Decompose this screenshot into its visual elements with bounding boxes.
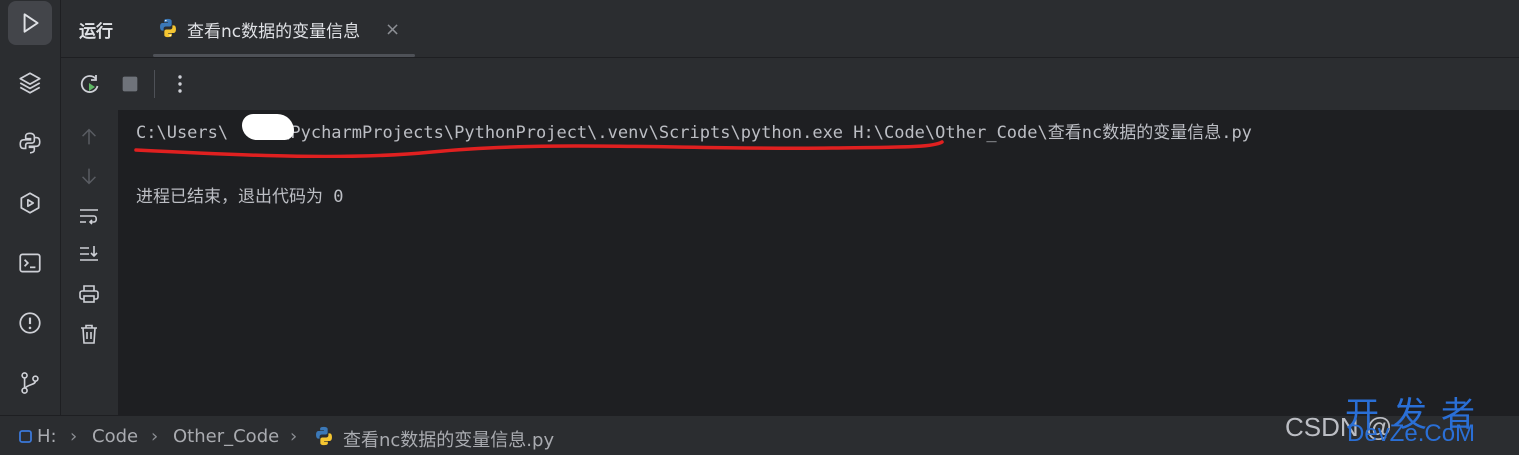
breadcrumb-separator-3: ›: [290, 426, 298, 447]
stop-icon[interactable]: [117, 71, 143, 97]
watermark: CSDN @ 开发者 DevZe.CoM: [1247, 395, 1507, 450]
breadcrumb-other-code[interactable]: Other_Code: [173, 426, 279, 447]
watermark-site: DevZe.CoM: [1347, 420, 1476, 447]
terminal-icon[interactable]: [8, 241, 52, 285]
python-file-icon: [160, 18, 176, 38]
left-tool-bar: [0, 0, 61, 415]
more-icon[interactable]: [167, 71, 193, 97]
process-exit-message: 进程已结束，退出代码为 0: [136, 187, 344, 207]
breadcrumb-code[interactable]: Code: [92, 426, 138, 447]
red-annotation-underline: [134, 140, 944, 158]
up-arrow-icon[interactable]: [76, 124, 102, 150]
soft-wrap-icon[interactable]: [76, 203, 102, 229]
layers-icon[interactable]: [8, 61, 52, 105]
run-config-tab[interactable]: 查看nc数据的变量信息 ×: [153, 0, 415, 57]
redaction-scribble: [242, 114, 294, 140]
run-tool-window-header: 运行 查看nc数据的变量信息 ×: [61, 0, 1519, 58]
console-output[interactable]: C:\Users\ \PycharmProjects\PythonProject\…: [118, 110, 1519, 415]
python-file-icon: [316, 426, 332, 446]
breadcrumb-drive[interactable]: H:: [37, 426, 57, 447]
run-tab-label: 查看nc数据的变量信息: [187, 22, 361, 42]
down-arrow-icon[interactable]: [76, 163, 102, 189]
toolbar-separator: [154, 70, 155, 98]
git-icon[interactable]: [8, 361, 52, 405]
drive-icon: [19, 430, 32, 443]
breadcrumb-separator-2: ›: [151, 426, 159, 447]
breadcrumb-separator-1: ›: [70, 426, 78, 447]
active-tab-indicator: [153, 54, 415, 57]
run-icon[interactable]: [8, 1, 52, 45]
scroll-to-end-icon[interactable]: [76, 241, 102, 267]
run-window-title: 运行: [79, 22, 113, 42]
python-console-icon[interactable]: [8, 121, 52, 165]
console-side-toolbar: [61, 110, 118, 415]
services-icon[interactable]: [8, 181, 52, 225]
breadcrumb-file[interactable]: 查看nc数据的变量信息.py: [343, 426, 554, 452]
trash-icon[interactable]: [76, 321, 102, 347]
close-tab-icon[interactable]: ×: [385, 19, 400, 40]
rerun-icon[interactable]: [77, 71, 103, 97]
print-icon[interactable]: [76, 281, 102, 307]
problems-icon[interactable]: [8, 301, 52, 345]
run-toolbar: [61, 58, 1519, 110]
